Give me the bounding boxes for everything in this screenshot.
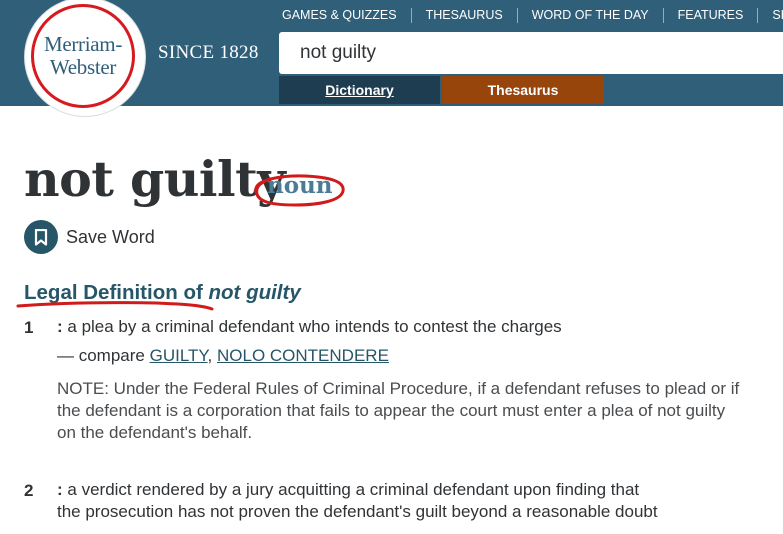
- bookmark-icon: [34, 228, 48, 246]
- search-input[interactable]: not guilty: [279, 32, 783, 74]
- save-word[interactable]: Save Word: [24, 220, 155, 254]
- nav-word-of-the-day[interactable]: WORD OF THE DAY: [518, 7, 664, 23]
- sense-text: : a verdict rendered by a jury acquittin…: [57, 479, 639, 501]
- top-navigation: GAMES & QUIZZES THESAURUS WORD OF THE DA…: [268, 6, 783, 24]
- logo-line-1: Merriam-: [43, 32, 123, 56]
- compare-line: — compare GUILTY, NOLO CONTENDERE: [57, 346, 389, 366]
- tab-dictionary-label: Dictionary: [325, 82, 394, 98]
- nav-games-quizzes[interactable]: GAMES & QUIZZES: [268, 7, 412, 23]
- sense-text: : a plea by a criminal defendant who int…: [57, 316, 562, 338]
- since-tagline: SINCE 1828: [158, 42, 259, 63]
- merriam-webster-logo[interactable]: Merriam- Webster: [31, 4, 135, 108]
- sense-number: 1: [24, 318, 34, 337]
- sense-definition: a verdict rendered by a jury acquitting …: [62, 480, 640, 499]
- compare-prefix: — compare: [57, 346, 150, 365]
- tab-thesaurus[interactable]: Thesaurus: [442, 76, 604, 104]
- section-heading-word: not guilty: [208, 281, 301, 304]
- link-guilty[interactable]: GUILTY: [150, 346, 208, 365]
- nav-thesaurus[interactable]: THESAURUS: [412, 7, 518, 23]
- red-annotation-underline: [16, 301, 214, 311]
- save-word-button[interactable]: [24, 220, 58, 254]
- nav-shop[interactable]: SHOP: [758, 8, 783, 23]
- nav-features[interactable]: FEATURES: [664, 7, 759, 23]
- sense-text-continued: the prosecution has not proven the defen…: [57, 502, 658, 521]
- tab-thesaurus-label: Thesaurus: [487, 82, 559, 98]
- sense-number: 2: [24, 481, 34, 500]
- sense-definition: a plea by a criminal defendant who inten…: [62, 317, 562, 336]
- tab-dictionary[interactable]: Dictionary: [279, 76, 440, 104]
- usage-note: NOTE: Under the Federal Rules of Crimina…: [57, 379, 740, 442]
- logo-line-2: Webster: [49, 55, 117, 79]
- headword: not guilty: [24, 150, 286, 208]
- save-word-label: Save Word: [66, 226, 155, 247]
- link-nolo-contendere[interactable]: NOLO CONTENDERE: [217, 346, 389, 365]
- red-annotation-circle: [254, 174, 345, 207]
- compare-separator: ,: [207, 346, 217, 365]
